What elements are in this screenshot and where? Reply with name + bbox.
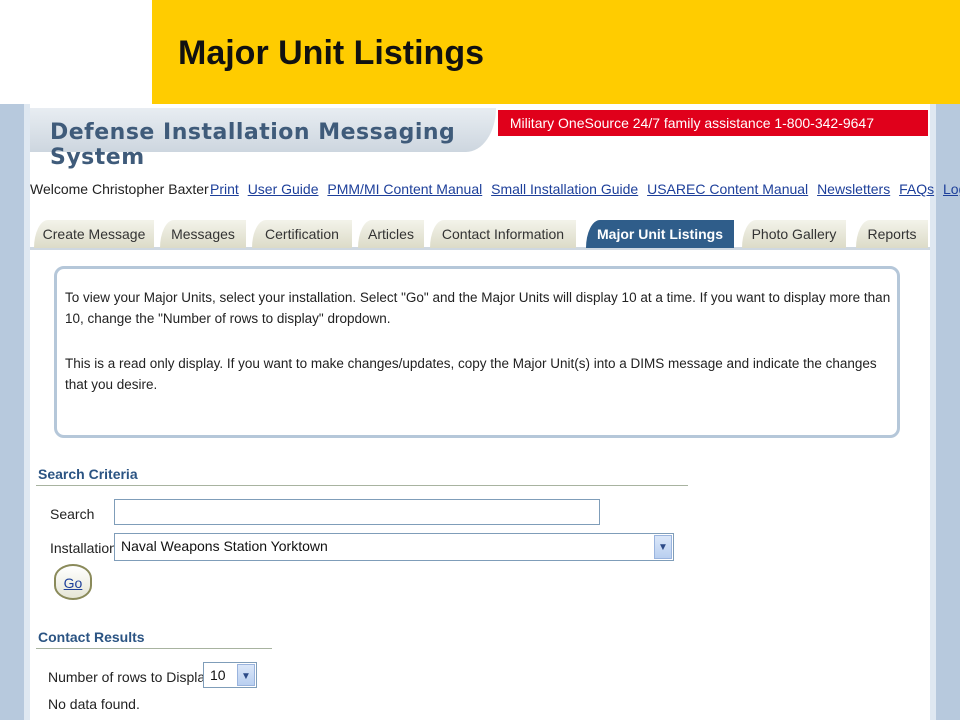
header-links: Print User Guide PMM/MI Content Manual S… xyxy=(210,181,960,197)
rows-label: Number of rows to Display xyxy=(48,669,213,685)
link-pmm-mi-content-manual[interactable]: PMM/MI Content Manual xyxy=(327,181,482,197)
assistance-text: Military OneSource 24/7 family assistanc… xyxy=(509,115,874,131)
tab-articles[interactable]: Articles xyxy=(358,220,424,248)
app-screen: Defense Installation Messaging System Mi… xyxy=(30,104,960,720)
assistance-banner: Military OneSource 24/7 family assistanc… xyxy=(498,110,928,136)
welcome-text: Welcome Christopher Baxter xyxy=(30,181,209,197)
search-criteria-divider xyxy=(36,485,688,486)
link-logout[interactable]: Logout xyxy=(943,181,960,197)
welcome-row: Welcome Christopher Baxter Print User Gu… xyxy=(30,181,960,201)
link-faqs[interactable]: FAQs xyxy=(899,181,934,197)
tab-certification[interactable]: Certification xyxy=(252,220,352,248)
tab-photo-gallery[interactable]: Photo Gallery xyxy=(742,220,846,248)
installation-select[interactable]: Naval Weapons Station Yorktown ▼ xyxy=(114,533,674,561)
tab-reports[interactable]: Reports xyxy=(856,220,928,248)
search-label: Search xyxy=(50,506,95,522)
link-newsletters[interactable]: Newsletters xyxy=(817,181,890,197)
tab-bar: Create Message Messages Certification Ar… xyxy=(30,220,930,250)
contact-results-divider xyxy=(36,648,272,649)
info-box: To view your Major Units, select your in… xyxy=(54,266,900,438)
link-user-guide[interactable]: User Guide xyxy=(248,181,319,197)
left-gutter xyxy=(0,104,24,720)
app-title: Defense Installation Messaging System xyxy=(50,120,456,170)
rows-select[interactable]: 10 ▼ xyxy=(203,662,257,688)
installation-value: Naval Weapons Station Yorktown xyxy=(121,538,328,554)
app-banner: Defense Installation Messaging System xyxy=(30,108,496,170)
go-button[interactable]: Go xyxy=(54,564,92,600)
chevron-down-icon[interactable]: ▼ xyxy=(654,535,672,559)
tab-create-message[interactable]: Create Message xyxy=(34,220,154,248)
search-criteria-heading: Search Criteria xyxy=(38,466,138,482)
info-paragraph-1: To view your Major Units, select your in… xyxy=(65,290,891,326)
slide-title: Major Unit Listings xyxy=(178,34,484,72)
link-usarec-content-manual[interactable]: USAREC Content Manual xyxy=(647,181,808,197)
installation-label: Installation xyxy=(50,540,117,556)
contact-results-heading: Contact Results xyxy=(38,629,145,645)
tab-messages[interactable]: Messages xyxy=(160,220,246,248)
search-input[interactable] xyxy=(114,499,600,525)
link-print[interactable]: Print xyxy=(210,181,239,197)
link-small-installation-guide[interactable]: Small Installation Guide xyxy=(491,181,638,197)
rows-value: 10 xyxy=(210,667,226,683)
chevron-down-icon[interactable]: ▼ xyxy=(237,664,255,686)
tab-major-unit-listings[interactable]: Major Unit Listings xyxy=(586,220,734,248)
no-data-message: No data found. xyxy=(48,696,140,712)
info-paragraph-2: This is a read only display. If you want… xyxy=(65,356,877,392)
tab-contact-information[interactable]: Contact Information xyxy=(430,220,576,248)
